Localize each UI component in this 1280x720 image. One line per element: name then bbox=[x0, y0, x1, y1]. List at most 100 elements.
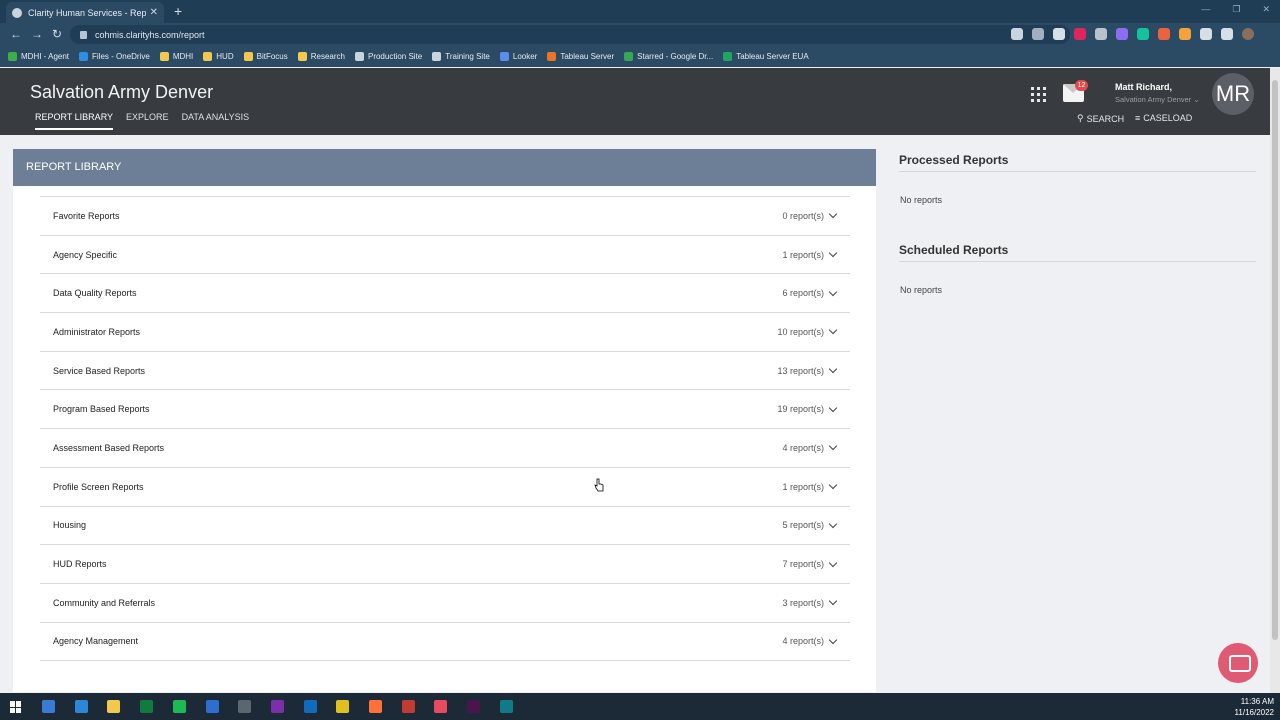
chevron-down-icon[interactable] bbox=[828, 326, 838, 335]
chevron-down-icon[interactable] bbox=[828, 403, 838, 413]
chevron-down-icon[interactable] bbox=[828, 480, 838, 490]
grammarly-icon[interactable] bbox=[1137, 28, 1149, 40]
chevron-down-icon[interactable] bbox=[828, 287, 838, 296]
bookmark-item[interactable]: HUD bbox=[203, 52, 234, 61]
nav-explore[interactable]: EXPLORE bbox=[126, 112, 169, 130]
taskbar-app-icon[interactable] bbox=[499, 700, 513, 713]
bookmark-label: Research bbox=[310, 52, 345, 61]
report-group-row[interactable]: Data Quality Reports 6 report(s) bbox=[40, 274, 850, 314]
taskbar-app-icon[interactable] bbox=[238, 700, 252, 713]
bookmark-item[interactable]: Tableau Server EUA bbox=[723, 52, 809, 61]
avatar[interactable]: MR bbox=[1212, 73, 1254, 115]
clock-date: 11/16/2022 bbox=[1234, 708, 1274, 717]
bookmark-label: MDHI bbox=[172, 52, 194, 61]
share-icon[interactable] bbox=[1032, 28, 1044, 40]
extension-icon[interactable] bbox=[1116, 28, 1128, 40]
url-bar[interactable]: cohmis.clarityhs.com/report bbox=[70, 25, 1070, 44]
chevron-down-icon[interactable] bbox=[828, 635, 838, 645]
bookmark-item[interactable]: Tableau Server bbox=[547, 52, 614, 61]
bookmark-item[interactable]: Looker bbox=[499, 52, 537, 61]
chevron-down-icon[interactable] bbox=[828, 519, 838, 529]
pocket-icon[interactable] bbox=[1074, 28, 1086, 40]
window-controls: — ❐ ✕ bbox=[1201, 4, 1270, 15]
scheduled-reports-empty: No reports bbox=[900, 285, 943, 295]
report-group-row[interactable]: Agency Management 4 report(s) bbox=[40, 623, 850, 662]
taskbar-app-icon[interactable] bbox=[434, 700, 448, 713]
taskbar-app-icon[interactable] bbox=[369, 700, 382, 713]
camera-icon[interactable] bbox=[1011, 28, 1023, 40]
apps-grid-icon[interactable] bbox=[1031, 87, 1046, 102]
chat-button[interactable] bbox=[1218, 643, 1258, 683]
taskbar-app-icon[interactable] bbox=[336, 700, 350, 713]
reload-icon[interactable]: ↻ bbox=[52, 27, 62, 41]
scrollbar-thumb[interactable] bbox=[1272, 80, 1278, 640]
processed-reports-title: Processed Reports bbox=[899, 153, 1009, 167]
lock-icon bbox=[80, 30, 87, 39]
taskbar-app-icon[interactable] bbox=[172, 700, 186, 713]
search-icon[interactable] bbox=[42, 700, 55, 713]
bookmark-item[interactable]: BitFocus bbox=[243, 52, 288, 61]
windows-start-icon[interactable] bbox=[10, 701, 22, 713]
new-tab-icon[interactable]: + bbox=[174, 3, 182, 19]
sidebar-icon[interactable] bbox=[1221, 28, 1233, 40]
chevron-down-icon[interactable] bbox=[828, 558, 838, 567]
extension-icon[interactable] bbox=[1158, 28, 1170, 40]
chevron-down-icon[interactable] bbox=[828, 596, 838, 606]
taskbar-app-icon[interactable] bbox=[205, 700, 219, 713]
user-org[interactable]: Salvation Army Denver ⌄ bbox=[1115, 95, 1200, 104]
taskbar-app-icon[interactable] bbox=[107, 700, 121, 713]
profile-icon[interactable] bbox=[1242, 28, 1254, 40]
nav-data-analysis[interactable]: DATA ANALYSIS bbox=[182, 112, 250, 130]
report-group-row[interactable]: HUD Reports 7 report(s) bbox=[40, 545, 850, 584]
bookmark-item[interactable]: Research bbox=[297, 52, 345, 61]
taskbar-app-icon[interactable] bbox=[401, 700, 415, 713]
bookmark-label: Production Site bbox=[367, 52, 423, 61]
taskbar-app-icon[interactable] bbox=[140, 700, 154, 713]
task-view-icon[interactable] bbox=[74, 700, 88, 713]
restore-icon[interactable]: ❐ bbox=[1232, 4, 1240, 15]
bookmark-item[interactable]: MDHI - Agent bbox=[8, 52, 69, 61]
report-group-row[interactable]: Service Based Reports 13 report(s) bbox=[40, 352, 850, 391]
report-group-row[interactable]: Favorite Reports 0 report(s) bbox=[40, 197, 850, 236]
extension-icon[interactable] bbox=[1095, 28, 1107, 40]
nav-report-library[interactable]: REPORT LIBRARY bbox=[35, 112, 114, 130]
report-group-row[interactable]: Assessment Based Reports 4 report(s) bbox=[40, 429, 850, 468]
report-group-row[interactable]: Program Based Reports 19 report(s) bbox=[40, 390, 850, 430]
minimize-icon[interactable]: — bbox=[1201, 4, 1210, 15]
extension-icon[interactable] bbox=[1179, 28, 1191, 40]
bookmark-item[interactable]: Production Site bbox=[354, 52, 423, 61]
report-group-row[interactable]: Profile Screen Reports 1 report(s) bbox=[40, 468, 850, 507]
browser-tab[interactable]: Clarity Human Services - Report Library … bbox=[6, 2, 164, 23]
caseload-button[interactable]: ≡ CASELOAD bbox=[1135, 113, 1192, 123]
chevron-down-icon[interactable] bbox=[828, 364, 838, 374]
close-tab-icon[interactable]: ✕ bbox=[150, 7, 158, 18]
report-group-row[interactable]: Community and Referrals 3 report(s) bbox=[40, 584, 850, 623]
bookmark-item[interactable]: Starred - Google Dr... bbox=[624, 52, 713, 61]
taskbar-app-icon[interactable] bbox=[270, 700, 284, 713]
page-scrollbar[interactable] bbox=[1270, 68, 1280, 693]
org-name: Salvation Army Denver bbox=[30, 82, 214, 102]
back-icon[interactable]: ← bbox=[10, 27, 22, 41]
bookmark-item[interactable]: MDHI bbox=[159, 52, 194, 61]
forward-icon[interactable]: → bbox=[31, 27, 43, 41]
menu-icon: ≡ bbox=[1135, 113, 1141, 123]
report-count: 13 report(s) bbox=[777, 365, 824, 376]
taskbar-app-icon[interactable] bbox=[303, 700, 317, 713]
user-name[interactable]: Matt Richard, bbox=[1115, 82, 1172, 92]
search-button[interactable]: ⚲ SEARCH bbox=[1077, 113, 1124, 124]
chevron-down-icon[interactable] bbox=[828, 248, 838, 258]
report-group-row[interactable]: Agency Specific 1 report(s) bbox=[40, 236, 850, 275]
report-group-row[interactable]: Administrator Reports 10 report(s) bbox=[40, 313, 850, 352]
star-icon[interactable] bbox=[1053, 28, 1065, 40]
bookmark-label: Training Site bbox=[445, 52, 490, 61]
chevron-down-icon[interactable] bbox=[828, 210, 838, 219]
report-group-row[interactable]: Housing 5 report(s) bbox=[40, 507, 850, 546]
chevron-down-icon[interactable] bbox=[828, 442, 838, 451]
caseload-label: CASELOAD bbox=[1143, 113, 1193, 123]
close-window-icon[interactable]: ✕ bbox=[1262, 4, 1270, 15]
bookmark-item[interactable]: Files - OneDrive bbox=[79, 52, 150, 61]
bookmark-item[interactable]: Training Site bbox=[432, 52, 490, 61]
system-clock[interactable]: 11:36 AM 11/16/2022 bbox=[1235, 696, 1274, 718]
puzzle-icon[interactable] bbox=[1200, 28, 1212, 40]
taskbar-app-icon[interactable] bbox=[467, 700, 481, 713]
